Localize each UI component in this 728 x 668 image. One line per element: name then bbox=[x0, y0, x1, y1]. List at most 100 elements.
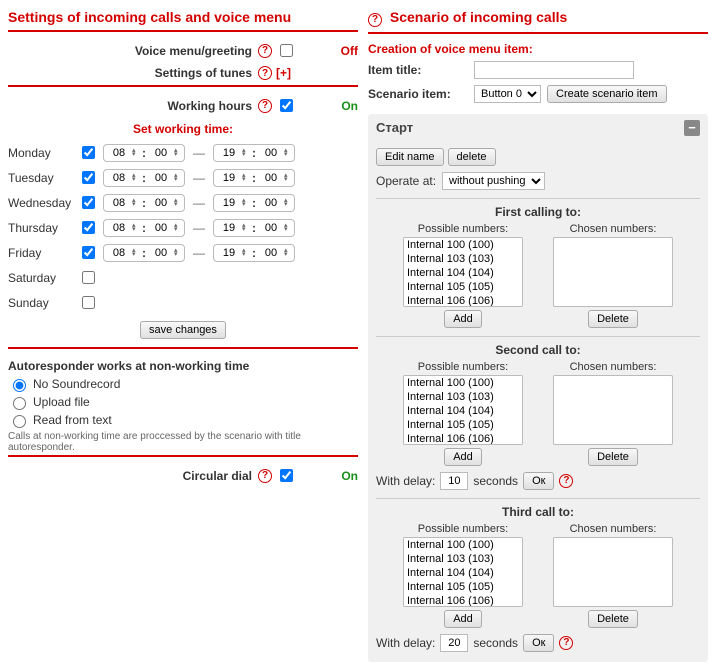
number-option[interactable]: Internal 103 (103) bbox=[404, 390, 522, 404]
add-button[interactable]: Add bbox=[444, 610, 482, 628]
autoresponder-option: Upload file bbox=[8, 393, 358, 411]
hour-input[interactable] bbox=[106, 221, 132, 235]
number-option[interactable]: Internal 100 (100) bbox=[404, 538, 522, 552]
number-option[interactable]: Internal 100 (100) bbox=[404, 376, 522, 390]
delay-input[interactable] bbox=[440, 472, 468, 490]
create-scenario-button[interactable]: Create scenario item bbox=[547, 85, 667, 103]
number-option[interactable]: Internal 104 (104) bbox=[404, 404, 522, 418]
spinner-icon[interactable]: ▴▾ bbox=[174, 197, 182, 209]
spinner-icon[interactable]: ▴▾ bbox=[284, 197, 292, 209]
help-icon[interactable]: ? bbox=[559, 474, 573, 488]
hour-input[interactable] bbox=[106, 171, 132, 185]
minute-input[interactable] bbox=[148, 246, 174, 260]
help-icon[interactable]: ? bbox=[258, 44, 272, 58]
help-icon[interactable]: ? bbox=[258, 99, 272, 113]
minute-input[interactable] bbox=[148, 171, 174, 185]
minute-input[interactable] bbox=[258, 146, 284, 160]
voice-menu-checkbox[interactable] bbox=[280, 44, 293, 57]
number-option[interactable]: Internal 105 (105) bbox=[404, 280, 522, 294]
number-option[interactable]: Internal 106 (106) bbox=[404, 294, 522, 307]
chosen-numbers-list[interactable] bbox=[553, 537, 673, 607]
item-title-input[interactable] bbox=[474, 61, 634, 79]
number-option[interactable]: Internal 105 (105) bbox=[404, 418, 522, 432]
number-option[interactable]: Internal 104 (104) bbox=[404, 566, 522, 580]
hour-input[interactable] bbox=[216, 246, 242, 260]
spinner-icon[interactable]: ▴▾ bbox=[242, 247, 250, 259]
spinner-icon[interactable]: ▴▾ bbox=[174, 222, 182, 234]
hour-input[interactable] bbox=[216, 171, 242, 185]
autoresponder-radio[interactable] bbox=[13, 415, 26, 428]
delete-number-button[interactable]: Delete bbox=[588, 310, 638, 328]
day-checkbox[interactable] bbox=[82, 296, 95, 309]
operate-at-select[interactable]: without pushing bbox=[442, 172, 545, 190]
spinner-icon[interactable]: ▴▾ bbox=[132, 172, 140, 184]
hour-input[interactable] bbox=[106, 146, 132, 160]
circular-dial-checkbox[interactable] bbox=[280, 469, 293, 482]
spinner-icon[interactable]: ▴▾ bbox=[242, 222, 250, 234]
help-icon[interactable]: ? bbox=[368, 13, 382, 27]
delete-button[interactable]: delete bbox=[448, 148, 496, 166]
day-checkbox[interactable] bbox=[82, 171, 95, 184]
delay-ok-button[interactable]: Ок bbox=[523, 472, 554, 490]
number-option[interactable]: Internal 106 (106) bbox=[404, 594, 522, 607]
number-option[interactable]: Internal 100 (100) bbox=[404, 238, 522, 252]
spinner-icon[interactable]: ▴▾ bbox=[132, 222, 140, 234]
possible-numbers-list[interactable]: Internal 100 (100)Internal 103 (103)Inte… bbox=[403, 375, 523, 445]
spinner-icon[interactable]: ▴▾ bbox=[284, 247, 292, 259]
delete-number-button[interactable]: Delete bbox=[588, 448, 638, 466]
number-option[interactable]: Internal 103 (103) bbox=[404, 552, 522, 566]
spinner-icon[interactable]: ▴▾ bbox=[242, 147, 250, 159]
edit-name-button[interactable]: Edit name bbox=[376, 148, 444, 166]
hour-input[interactable] bbox=[216, 146, 242, 160]
day-checkbox[interactable] bbox=[82, 271, 95, 284]
add-button[interactable]: Add bbox=[444, 448, 482, 466]
spinner-icon[interactable]: ▴▾ bbox=[174, 172, 182, 184]
spinner-icon[interactable]: ▴▾ bbox=[174, 147, 182, 159]
day-checkbox[interactable] bbox=[82, 146, 95, 159]
delay-ok-button[interactable]: Ок bbox=[523, 634, 554, 652]
chosen-numbers-list[interactable] bbox=[553, 375, 673, 445]
autoresponder-radio[interactable] bbox=[13, 397, 26, 410]
hour-input[interactable] bbox=[216, 196, 242, 210]
possible-numbers-list[interactable]: Internal 100 (100)Internal 103 (103)Inte… bbox=[403, 237, 523, 307]
day-checkbox[interactable] bbox=[82, 221, 95, 234]
spinner-icon[interactable]: ▴▾ bbox=[132, 197, 140, 209]
hour-input[interactable] bbox=[106, 246, 132, 260]
spinner-icon[interactable]: ▴▾ bbox=[174, 247, 182, 259]
chosen-numbers-list[interactable] bbox=[553, 237, 673, 307]
number-option[interactable]: Internal 104 (104) bbox=[404, 266, 522, 280]
delay-input[interactable] bbox=[440, 634, 468, 652]
spinner-icon[interactable]: ▴▾ bbox=[132, 147, 140, 159]
minute-input[interactable] bbox=[148, 221, 174, 235]
minute-input[interactable] bbox=[258, 221, 284, 235]
number-option[interactable]: Internal 103 (103) bbox=[404, 252, 522, 266]
help-icon[interactable]: ? bbox=[258, 66, 272, 80]
help-icon[interactable]: ? bbox=[258, 469, 272, 483]
scenario-item-select[interactable]: Button 0 bbox=[474, 85, 541, 103]
autoresponder-radio[interactable] bbox=[13, 379, 26, 392]
save-changes-button[interactable]: save changes bbox=[140, 321, 226, 339]
minute-input[interactable] bbox=[258, 171, 284, 185]
tunes-expand[interactable]: [+] bbox=[276, 66, 291, 80]
day-checkbox[interactable] bbox=[82, 246, 95, 259]
spinner-icon[interactable]: ▴▾ bbox=[284, 222, 292, 234]
spinner-icon[interactable]: ▴▾ bbox=[284, 172, 292, 184]
working-hours-checkbox[interactable] bbox=[280, 99, 293, 112]
help-icon[interactable]: ? bbox=[559, 636, 573, 650]
spinner-icon[interactable]: ▴▾ bbox=[242, 197, 250, 209]
day-checkbox[interactable] bbox=[82, 196, 95, 209]
number-option[interactable]: Internal 106 (106) bbox=[404, 432, 522, 445]
minute-input[interactable] bbox=[148, 196, 174, 210]
collapse-icon[interactable]: − bbox=[684, 120, 700, 136]
minute-input[interactable] bbox=[258, 246, 284, 260]
delete-number-button[interactable]: Delete bbox=[588, 610, 638, 628]
spinner-icon[interactable]: ▴▾ bbox=[132, 247, 140, 259]
hour-input[interactable] bbox=[106, 196, 132, 210]
spinner-icon[interactable]: ▴▾ bbox=[242, 172, 250, 184]
add-button[interactable]: Add bbox=[444, 310, 482, 328]
spinner-icon[interactable]: ▴▾ bbox=[284, 147, 292, 159]
minute-input[interactable] bbox=[258, 196, 284, 210]
possible-numbers-list[interactable]: Internal 100 (100)Internal 103 (103)Inte… bbox=[403, 537, 523, 607]
hour-input[interactable] bbox=[216, 221, 242, 235]
minute-input[interactable] bbox=[148, 146, 174, 160]
